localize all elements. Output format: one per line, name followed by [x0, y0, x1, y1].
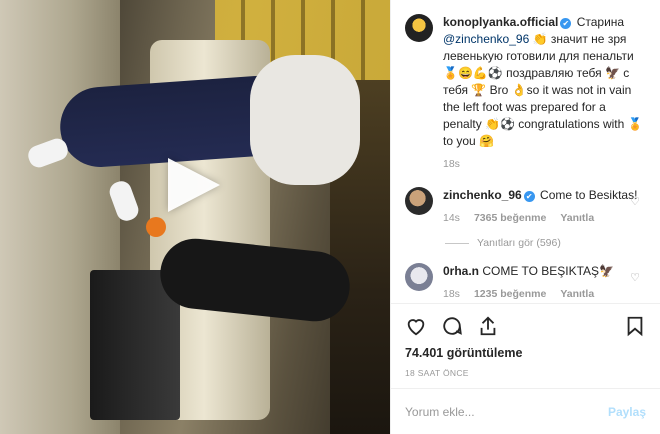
- reply-button[interactable]: Yanıtla: [560, 286, 594, 303]
- share-icon[interactable]: [477, 315, 499, 337]
- replies-divider: [445, 242, 469, 244]
- view-replies-button[interactable]: Yanıtları gör (596): [445, 237, 646, 249]
- comment-time[interactable]: 14s: [443, 210, 460, 227]
- comment: zinchenko_96 ✔ Come to Besiktas! 14s 7365…: [405, 187, 646, 227]
- comment-body: zinchenko_96 ✔ Come to Besiktas! 14s 7365…: [443, 187, 646, 227]
- comment-text: COME TO BEŞIKTAŞ🦅: [479, 264, 614, 278]
- action-icons: [405, 312, 646, 340]
- video-player[interactable]: [0, 0, 390, 434]
- post-actions: 74.401 görüntüleme 18 SAAT ÖNCE: [391, 303, 660, 378]
- comment-likes[interactable]: 1235 beğenme: [474, 286, 546, 303]
- comment-username[interactable]: zinchenko_96: [443, 188, 522, 202]
- comment-body: 0rha.n COME TO BEŞIKTAŞ🦅 18s 1235 beğenm…: [443, 263, 646, 303]
- comment-input[interactable]: [405, 404, 608, 419]
- post-timestamp[interactable]: 18 SAAT ÖNCE: [405, 368, 646, 378]
- comment-meta: 18s 1235 beğenme Yanıtla: [443, 286, 646, 303]
- like-comment-heart-icon[interactable]: ♡: [630, 271, 640, 284]
- caption: konoplyanka.official ✔ Старина @zinchenko…: [405, 14, 646, 173]
- caption-body: konoplyanka.official ✔ Старина @zinchenko…: [443, 14, 646, 173]
- caption-time[interactable]: 18s: [443, 156, 460, 173]
- post-comment-button[interactable]: Paylaş: [608, 405, 646, 419]
- reply-button[interactable]: Yanıtla: [560, 210, 594, 227]
- verified-badge-icon: ✔: [523, 191, 535, 202]
- post-side-panel: konoplyanka.official ✔ Старина @zinchenko…: [390, 0, 660, 434]
- avatar[interactable]: [405, 14, 433, 42]
- view-count[interactable]: 74.401 görüntüleme: [405, 346, 646, 360]
- comment-username[interactable]: 0rha.n: [443, 264, 479, 278]
- instagram-post: konoplyanka.official ✔ Старина @zinchenko…: [0, 0, 660, 434]
- verified-badge-icon: ✔: [560, 18, 572, 29]
- video-frame-ball: [146, 217, 166, 237]
- view-replies-label: Yanıtları gör (596): [477, 237, 561, 249]
- caption-meta: 18s: [443, 156, 646, 173]
- caption-username[interactable]: konoplyanka.official: [443, 15, 558, 29]
- comment-meta: 14s 7365 beğenme Yanıtla: [443, 210, 646, 227]
- play-icon[interactable]: [168, 158, 220, 212]
- avatar[interactable]: [405, 263, 433, 291]
- comment-icon[interactable]: [441, 315, 463, 337]
- avatar[interactable]: [405, 187, 433, 215]
- caption-text-start: Старина: [573, 15, 625, 29]
- caption-mention-link[interactable]: @zinchenko_96: [443, 32, 529, 46]
- comment-likes[interactable]: 7365 beğenme: [474, 210, 546, 227]
- bookmark-icon[interactable]: [624, 315, 646, 337]
- comment-time[interactable]: 18s: [443, 286, 460, 303]
- comment: 0rha.n COME TO BEŞIKTAŞ🦅 18s 1235 beğenm…: [405, 263, 646, 303]
- caption-text-end: 👏 значит не зря левенькую готовили для п…: [443, 32, 643, 148]
- like-comment-heart-icon[interactable]: ♡: [630, 195, 640, 208]
- video-frame-player-shirt: [250, 55, 360, 185]
- heart-icon[interactable]: [405, 315, 427, 337]
- add-comment-bar: Paylaş: [391, 388, 660, 434]
- comments-list: konoplyanka.official ✔ Старина @zinchenko…: [391, 0, 660, 303]
- comment-text: Come to Besiktas!: [536, 188, 638, 202]
